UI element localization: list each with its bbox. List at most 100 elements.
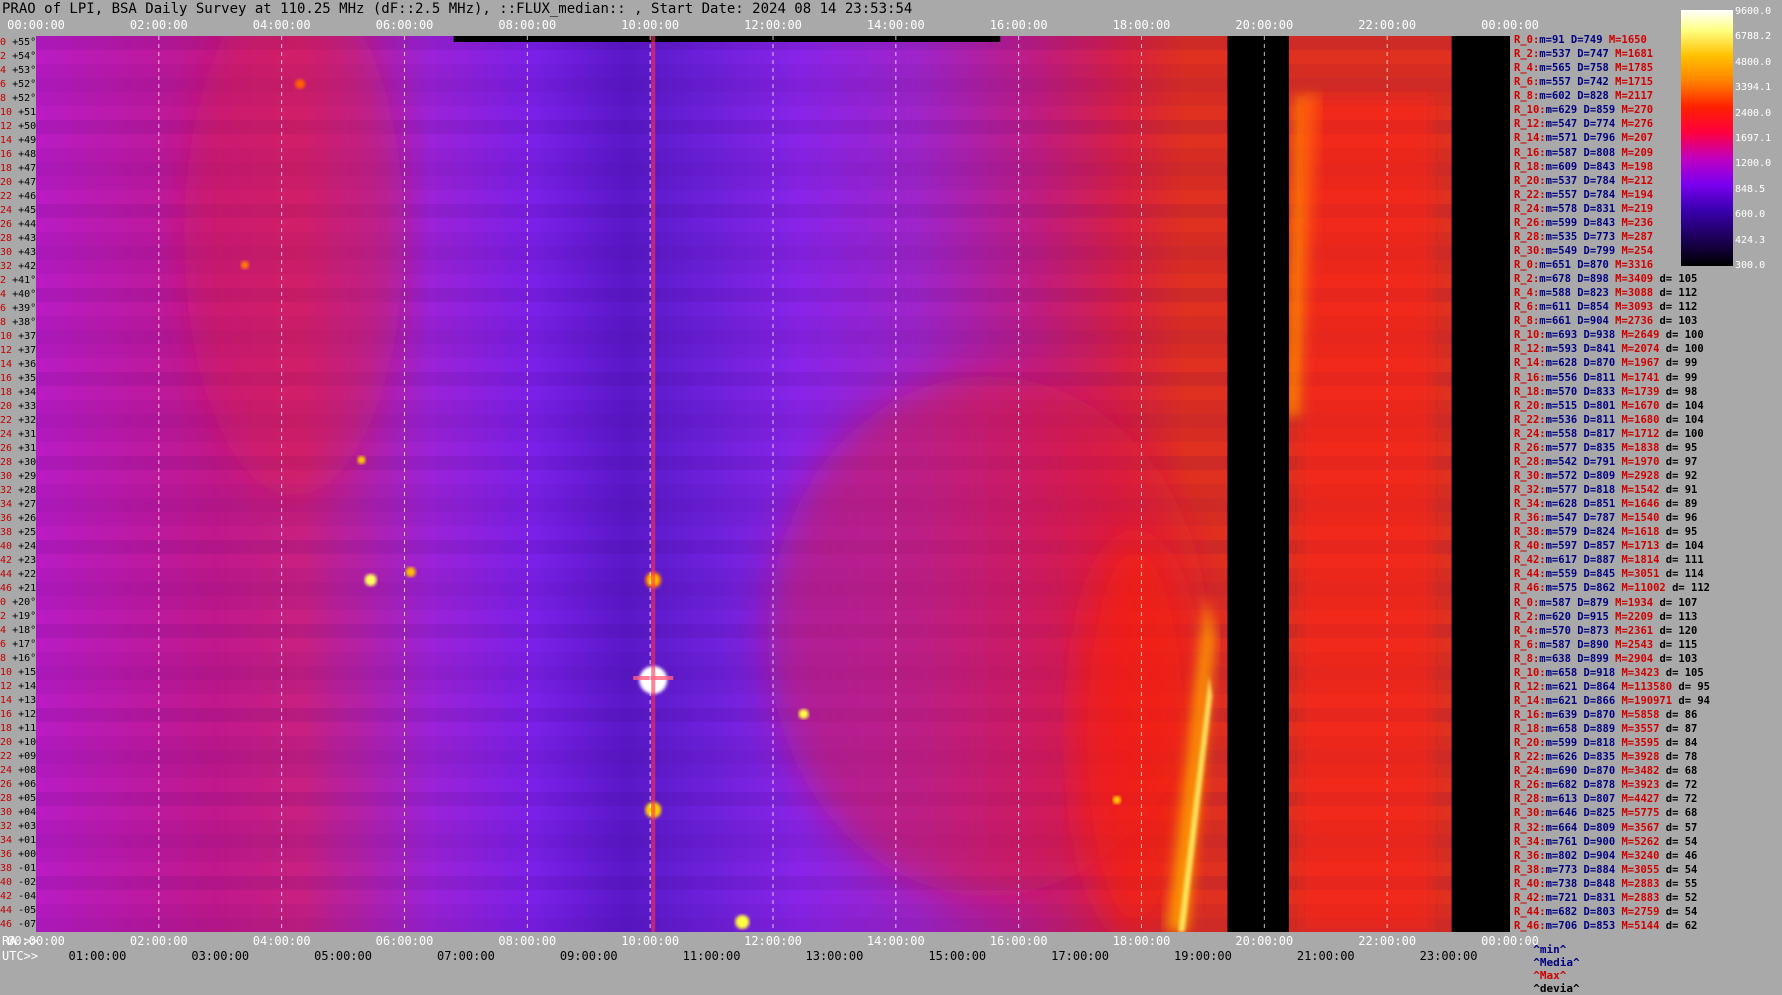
- dec-row-index: 8: [0, 93, 7, 104]
- stat-r: R_2:: [1514, 610, 1540, 623]
- stat-row: R_30:m=646 D=825 M=5775 d= 68: [1514, 807, 1697, 820]
- stat-row: R_28:m=613 D=807 M=4427 d= 72: [1514, 793, 1697, 806]
- stat-max: M=1715: [1615, 76, 1654, 89]
- stat-med: D=870: [1583, 709, 1616, 721]
- stat-max: M=1713: [1621, 540, 1660, 553]
- stat-max: M=1680: [1621, 413, 1660, 426]
- ra-tick-label: 06:00:00: [375, 934, 434, 948]
- dec-row-index: 20: [0, 401, 13, 412]
- stat-min: m=658: [1545, 723, 1578, 736]
- stat-med: D=873: [1577, 624, 1609, 637]
- stat-med: D=884: [1583, 863, 1616, 876]
- stat-max: M=3423: [1621, 666, 1660, 679]
- stat-max: M=194: [1621, 188, 1654, 201]
- dec-row-index: 46: [0, 919, 13, 930]
- legend-max: ^Max^: [1533, 969, 1567, 982]
- stat-max: M=1540: [1621, 512, 1660, 525]
- stat-max: M=3409: [1615, 273, 1654, 286]
- stat-min: m=599: [1545, 737, 1578, 750]
- stat-min: m=575: [1545, 582, 1578, 595]
- stat-max: M=4427: [1621, 793, 1660, 806]
- stat-min: m=620: [1539, 610, 1571, 623]
- stat-min: m=690: [1545, 765, 1578, 778]
- dec-row-index: 32: [0, 821, 13, 832]
- point-source: [798, 709, 809, 719]
- stat-max: M=3928: [1621, 751, 1660, 764]
- stat-min: m=587: [1539, 638, 1571, 651]
- stat-dev: d= 120: [1659, 624, 1698, 637]
- stat-row: R_4:m=570 D=873 M=2361 d= 120: [1514, 625, 1697, 638]
- stat-row: R_30:m=549 D=799 M=254: [1514, 245, 1659, 258]
- stat-max: M=190971: [1621, 694, 1673, 707]
- dec-row-index: 32: [0, 485, 13, 496]
- stat-max: M=3923: [1621, 779, 1660, 792]
- stat-max: M=11002: [1621, 582, 1666, 595]
- stat-r: R_16:: [1514, 146, 1546, 159]
- point-source: [240, 261, 249, 269]
- stat-max: M=209: [1621, 146, 1654, 159]
- stat-med: D=824: [1583, 526, 1616, 539]
- stat-med: D=904: [1583, 849, 1616, 862]
- stat-max: M=1934: [1615, 596, 1654, 609]
- stat-max: M=2649: [1621, 329, 1660, 342]
- ra-tick-label: 20:00:00: [1235, 934, 1294, 948]
- dec-row-index: 32: [0, 261, 13, 272]
- stat-med: D=843: [1583, 216, 1616, 229]
- stat-row: R_26:m=599 D=843 M=236: [1514, 217, 1659, 230]
- stat-dev: d= 86: [1665, 709, 1698, 721]
- stat-med: D=879: [1577, 596, 1609, 609]
- stat-min: m=678: [1539, 273, 1571, 286]
- dec-row-index: 0: [0, 597, 7, 608]
- stat-row: R_4:m=588 D=823 M=3088 d= 112: [1514, 287, 1697, 300]
- stat-r: R_14:: [1514, 132, 1546, 145]
- stat-max: M=1670: [1621, 399, 1660, 412]
- stat-r: R_44:: [1514, 905, 1546, 918]
- stat-med: D=887: [1583, 554, 1616, 567]
- dec-row-index: 10: [0, 331, 13, 342]
- stat-max: M=2361: [1615, 624, 1654, 637]
- stat-min: m=738: [1545, 877, 1578, 890]
- stat-min: m=693: [1545, 329, 1578, 342]
- stat-min: m=611: [1539, 301, 1571, 314]
- stat-dev: d= 111: [1665, 554, 1704, 567]
- stat-row: R_32:m=664 D=809 M=3567 d= 57: [1514, 822, 1697, 835]
- stat-r: R_26:: [1514, 441, 1546, 454]
- stat-min: m=557: [1539, 76, 1571, 89]
- stat-r: R_0:: [1514, 596, 1540, 609]
- stat-max: M=2904: [1615, 652, 1654, 665]
- colorbar-tick-label: 424.3: [1735, 234, 1766, 246]
- stat-med: D=831: [1583, 202, 1616, 215]
- stat-max: M=254: [1621, 244, 1654, 257]
- legend-min: ^min^: [1533, 943, 1567, 956]
- stat-min: m=638: [1539, 652, 1571, 665]
- stat-r: R_38:: [1514, 863, 1546, 876]
- stat-min: m=571: [1545, 132, 1578, 145]
- stat-dev: d= 54: [1665, 835, 1698, 848]
- dec-row-index: 26: [0, 443, 13, 454]
- heatmap-canvas: [36, 36, 1510, 932]
- stat-r: R_24:: [1514, 427, 1546, 440]
- stat-med: D=784: [1583, 188, 1616, 201]
- stat-max: M=3316: [1615, 259, 1654, 271]
- stat-min: m=549: [1545, 244, 1578, 257]
- stat-row: R_44:m=682 D=803 M=2759 d= 54: [1514, 906, 1697, 919]
- stat-min: m=535: [1545, 230, 1578, 243]
- dec-row-index: 34: [0, 835, 13, 846]
- colorbar-tick-label: 1697.1: [1735, 133, 1772, 144]
- stat-med: D=828: [1577, 90, 1609, 103]
- ra-tick-label: 22:00:00: [1358, 934, 1417, 948]
- stat-r: R_8:: [1514, 315, 1540, 328]
- stat-med: D=823: [1577, 287, 1609, 300]
- stat-r: R_4:: [1514, 62, 1540, 75]
- stat-max: M=1741: [1621, 371, 1660, 384]
- dec-row-index: 2: [0, 51, 7, 62]
- stat-row: R_6:m=557 D=742 M=1715: [1514, 76, 1659, 89]
- dec-row-index: 4: [0, 289, 7, 300]
- dec-row-index: 10: [0, 107, 13, 118]
- dec-row-index: 24: [0, 765, 13, 776]
- stat-max: M=207: [1621, 132, 1654, 145]
- ra-tick-label: 16:00:00: [989, 934, 1048, 948]
- stat-r: R_32:: [1514, 484, 1546, 496]
- stat-row: R_22:m=536 D=811 M=1680 d= 104: [1514, 414, 1704, 427]
- stat-max: M=2883: [1621, 891, 1660, 904]
